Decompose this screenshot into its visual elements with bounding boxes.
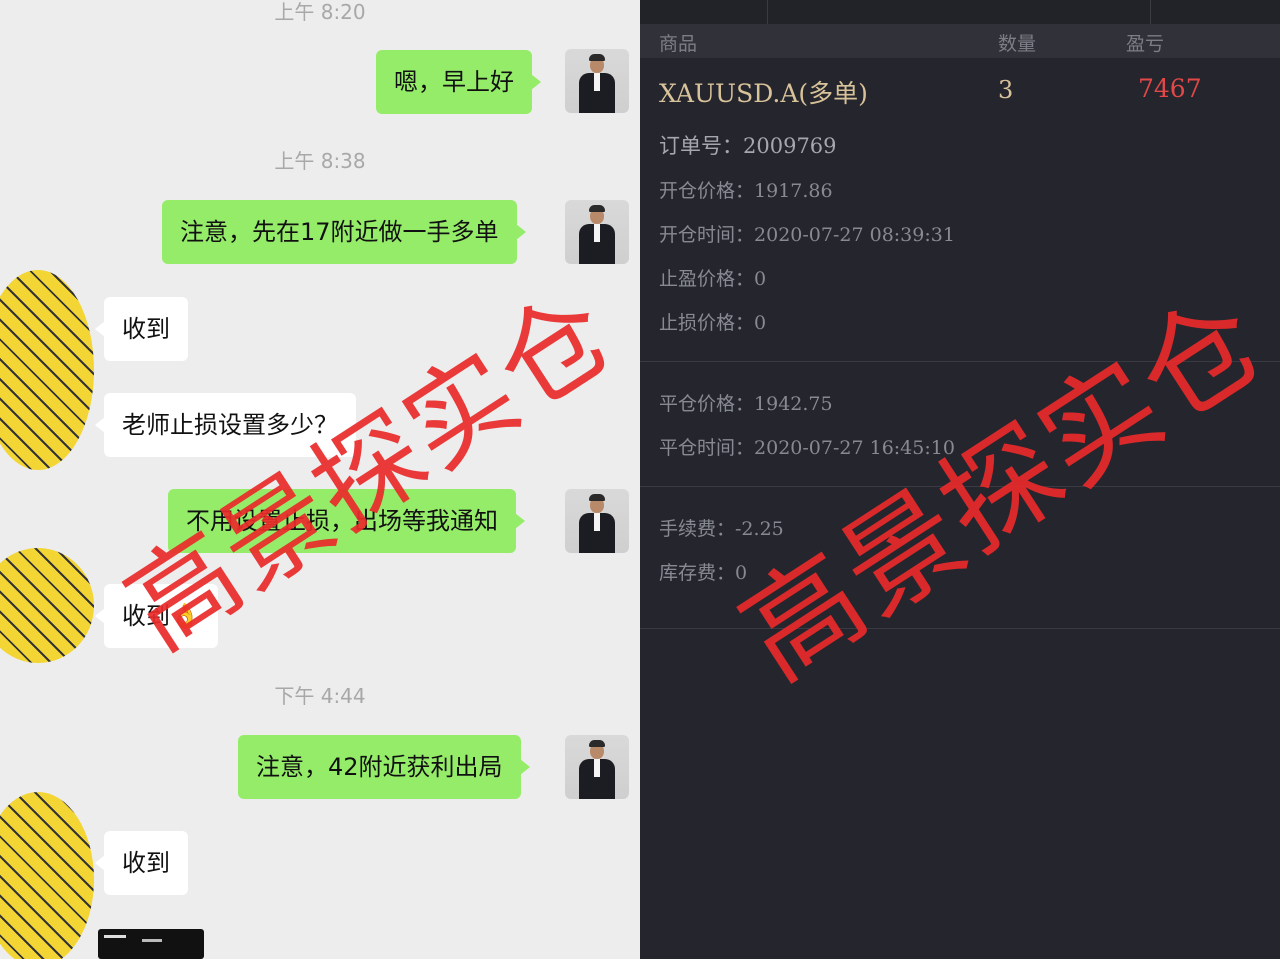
take-profit-row: 止盈价格：0 — [659, 264, 766, 291]
divider — [640, 361, 1280, 362]
message-bubble-out[interactable]: 嗯，早上好 — [376, 50, 541, 114]
order-number-label: 订单号： — [659, 134, 743, 158]
quantity: 3 — [998, 76, 1014, 104]
divider — [640, 486, 1280, 487]
profit-loss: 7467 — [1138, 74, 1202, 103]
timestamp: 下午 4:44 — [274, 684, 366, 708]
open-price-row: 开仓价格：1917.86 — [659, 176, 833, 203]
stop-loss: 0 — [754, 312, 767, 334]
fee-label: 手续费： — [659, 518, 736, 540]
swap-label: 库存费： — [659, 562, 736, 584]
contact-avatar[interactable] — [0, 270, 94, 470]
divider — [640, 628, 1280, 629]
close-time-row: 平仓时间：2020-07-27 16:45:10 — [659, 433, 955, 460]
close-price: 1942.75 — [754, 393, 833, 415]
symbol[interactable]: XAUUSD.A(多单) — [659, 74, 868, 110]
chat-screenshot: 上午 8:20 嗯，早上好 上午 8:38 注意，先在17附近做一手多单 收到 … — [0, 0, 640, 959]
swap-row: 库存费：0 — [659, 558, 747, 585]
take-profit-label: 止盈价格： — [659, 268, 755, 290]
message-bubble-in[interactable]: 收到👌 — [95, 584, 218, 648]
open-time-row: 开仓时间：2020-07-27 08:39:31 — [659, 220, 955, 247]
fee: -2.25 — [735, 518, 784, 540]
table-header: 商品 数量 盈亏 — [640, 24, 1280, 58]
trade-detail-panel: 商品 数量 盈亏 XAUUSD.A(多单) 3 7467 订单号：2009769… — [640, 0, 1280, 959]
message-bubble-out[interactable]: 不用设置止损，出场等我通知 — [168, 489, 525, 553]
stop-loss-label: 止损价格： — [659, 312, 755, 334]
order-number-row: 订单号：2009769 — [659, 130, 837, 160]
image-message-thumbnail[interactable] — [98, 929, 204, 959]
contact-avatar[interactable] — [0, 792, 94, 959]
close-time: 2020-07-27 16:45:10 — [754, 437, 955, 459]
close-price-label: 平仓价格： — [659, 393, 755, 415]
contact-avatar[interactable] — [0, 548, 94, 663]
open-price-label: 开仓价格： — [659, 180, 755, 202]
close-time-label: 平仓时间： — [659, 437, 755, 459]
my-avatar[interactable] — [565, 489, 629, 553]
my-avatar[interactable] — [565, 49, 629, 113]
close-price-row: 平仓价格：1942.75 — [659, 389, 833, 416]
order-number: 2009769 — [743, 134, 837, 158]
message-bubble-in[interactable]: 收到 — [95, 297, 188, 361]
open-price: 1917.86 — [754, 180, 833, 202]
open-time: 2020-07-27 08:39:31 — [754, 224, 955, 246]
top-tabs — [640, 0, 1280, 24]
message-bubble-in[interactable]: 老师止损设置多少？ — [95, 393, 356, 457]
fee-row: 手续费：-2.25 — [659, 514, 784, 541]
header-pnl: 盈亏 — [1126, 33, 1165, 55]
stop-loss-row: 止损价格：0 — [659, 308, 766, 335]
take-profit: 0 — [754, 268, 767, 290]
my-avatar[interactable] — [565, 200, 629, 264]
timestamp: 上午 8:20 — [274, 0, 366, 24]
message-bubble-out[interactable]: 注意，先在17附近做一手多单 — [162, 200, 526, 264]
header-quantity: 数量 — [998, 33, 1037, 55]
open-time-label: 开仓时间： — [659, 224, 755, 246]
header-product: 商品 — [659, 33, 698, 55]
timestamp: 上午 8:38 — [274, 149, 366, 173]
message-bubble-out[interactable]: 注意，42附近获利出局 — [238, 735, 530, 799]
message-bubble-in[interactable]: 收到 — [95, 831, 188, 895]
swap: 0 — [735, 562, 748, 584]
my-avatar[interactable] — [565, 735, 629, 799]
